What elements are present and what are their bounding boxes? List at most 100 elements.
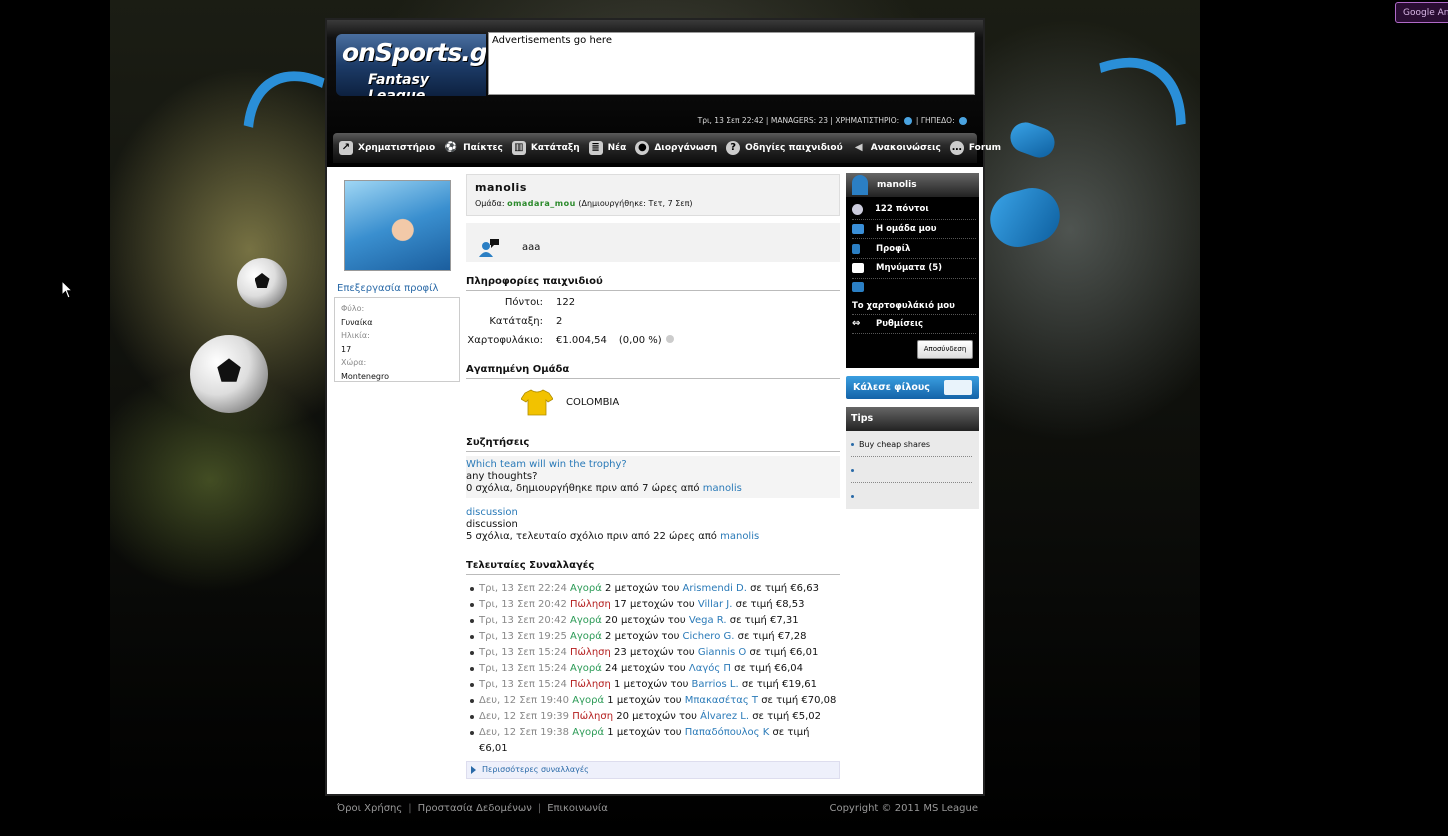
invite-friends-button[interactable]: Κάλεσε φίλους [846,376,979,399]
trade-price: €6,63 [790,583,819,594]
trade-mid-text: σε τιμή [749,647,787,658]
team-link[interactable]: omadara_mou [507,199,576,208]
player-link[interactable]: Álvarez L. [700,711,749,722]
settings-icon: ⇔ [852,318,861,330]
trade-mid-text: σε τιμή [741,679,779,690]
portfolio-change: (0,00 %) [618,335,662,346]
nav-exchange[interactable]: ↗ Χρηματιστήριο [339,141,435,155]
portfolio-link[interactable]: Το χαρτοφυλάκιό μου [852,279,976,315]
discussion-author-link[interactable]: manolis [720,531,759,542]
terms-link[interactable]: Όροι Χρήσης [337,803,402,814]
trade-quantity: 1 [607,695,614,706]
messages-link[interactable]: Μηνύματα (5) [852,259,976,279]
trade-date: Τρι, 13 Σεπ 15:24 [479,647,567,658]
contact-link[interactable]: Επικοινωνία [547,803,608,814]
discussion-list: Which team will win the trophy? any thou… [466,456,840,546]
speaker-icon: ◀ [854,142,863,153]
site-footer: Όροι Χρήσης | Προστασία Δεδομένων | Επικοινω… [337,803,978,814]
player-icon: ⚽ [444,142,458,153]
discussion-body: any thoughts? [466,471,538,482]
nav-guide[interactable]: ? Οδηγίες παιχνιδιού [726,141,843,155]
trade-quantity: 1 [614,679,621,690]
edit-profile-link[interactable]: Επεξεργασία προφίλ [337,283,438,294]
trade-action: Αγορά [570,615,602,626]
user-silhouette-icon [852,175,868,195]
user-points[interactable]: 122 πόντοι [852,200,976,220]
portfolio-value: €1.004,54 [556,335,607,346]
site-logo[interactable]: onSports.gr Fantasy League [336,34,486,96]
player-link[interactable]: Barrios L. [692,679,739,690]
user-panel: manolis 122 πόντοι Η ομάδα μου Προφίλ Μη… [846,173,979,368]
trade-price: €8,53 [775,599,805,610]
help-icon: ? [726,141,741,155]
age-label: Ηλικία: [341,331,370,340]
player-link[interactable]: Arismendi D. [683,583,747,594]
nav-announcements[interactable]: ◀ Ανακοινώσεις [852,141,941,155]
player-link[interactable]: Μπακασέτας Τ [685,695,758,706]
discussion-author-link[interactable]: manolis [703,483,742,494]
logo-title: onSports.gr [342,38,486,67]
more-trades-link[interactable]: Περισσότερες συναλλαγές [466,761,840,779]
discussion-title-link[interactable]: discussion [466,507,840,519]
profile-link[interactable]: Προφίλ [852,239,976,260]
trade-mid-text: σε τιμή [761,695,799,706]
google-translate-button[interactable]: Google An [1395,2,1448,23]
gender-value: Γυναίκα [341,317,373,327]
trade-row: Τρι, 13 Σεπ 20:42 Αγορά 20 μετοχών του V… [466,613,840,629]
points-label: Πόντοι: [504,297,543,308]
portfolio-label: Χαρτοφυλάκιο: [467,335,543,346]
favorite-team-title: Αγαπημένη Ομάδα [466,364,840,379]
trade-date: Τρι, 13 Σεπ 20:42 [479,615,567,626]
player-link[interactable]: Cichero G. [683,631,735,642]
trade-action: Πώληση [572,711,614,722]
field-status-label: ΓΗΠΕΔΟ: [920,116,955,125]
trade-mid-text: μετοχών του [623,679,689,690]
trade-mid-text: σε τιμή [734,663,772,674]
trade-quantity: 2 [605,631,612,642]
trade-price: €6,01 [789,647,819,658]
discussion-title-link[interactable]: Which team will win the trophy? [466,459,840,471]
player-link[interactable]: Παπαδόπουλος Κ [685,727,770,738]
trade-price: €6,01 [479,743,508,754]
nav-players[interactable]: ⚽ Παίκτες [444,141,503,155]
game-info-title: Πληροφορίες παιχνιδιού [466,276,840,291]
chart-icon: ↗ [339,141,353,155]
trade-date: Τρι, 13 Σεπ 19:25 [479,631,567,642]
player-link[interactable]: Villar J. [698,599,733,610]
page-frame: onSports.gr Fantasy League Advertisement… [325,18,1001,796]
trade-mid-text: σε τιμή [729,615,767,626]
user-header-box: manolis Ομάδα: omadara_mou (Δημιουργήθηκ… [466,174,840,216]
team-line: Ομάδα: omadara_mou (Δημιουργήθηκε: Τετ, … [475,199,693,208]
trade-price: €7,31 [769,615,799,626]
trade-mid-text: μετοχών του [614,631,680,642]
trade-mid-text: μετοχών του [614,583,680,594]
user-icon [852,243,860,254]
trade-date: Δευ, 12 Σεπ 19:38 [479,727,570,738]
points-value: 122 [556,297,576,308]
player-link[interactable]: Vega R. [689,615,727,626]
nav-tournament[interactable]: ● Διοργάνωση [635,141,717,155]
nav-news[interactable]: ≣ Νέα [588,141,626,155]
profile-details: Φύλο: Γυναίκα Ηλικία: 17 Χώρα: Montenegr… [334,297,460,382]
copyright: Copyright © 2011 MS League [829,803,978,814]
nav-ranking[interactable]: ▥ Κατάταξη [511,141,580,155]
created-date: (Δημιουργήθηκε: Τετ, 7 Σεπ) [578,199,693,208]
trade-row: Τρι, 13 Σεπ 19:25 Αγορά 2 μετοχών του Ci… [466,629,840,645]
chat-bubble-icon: … [949,141,964,155]
trade-action: Αγορά [572,695,605,706]
privacy-link[interactable]: Προστασία Δεδομένων [418,803,532,814]
trade-price: €5,02 [792,711,822,722]
trade-date: Τρι, 13 Σεπ 15:24 [479,679,567,690]
player-link[interactable]: Λαγός Π [689,663,731,674]
settings-link[interactable]: ⇔ Ρυθμίσεις [852,315,976,335]
trade-row: Τρι, 13 Σεπ 15:24 Πώληση 1 μετοχών του B… [466,677,840,693]
ball-icon [852,203,863,215]
current-datetime: Τρι, 13 Σεπ 22:42 [697,116,764,125]
my-team-link[interactable]: Η ομάδα μου [852,220,976,240]
trade-quantity: 24 [605,663,618,674]
logout-button[interactable]: Αποσύνδεση [917,340,973,359]
nav-forum[interactable]: … Forum [949,141,1001,155]
discussion-meta: 5 σχόλια, τελευταίο σχόλιο πριν από 22 ώ… [466,531,717,542]
player-link[interactable]: Giannis O [698,647,746,658]
game-info: Πόντοι: 122 Κατάταξη: 2 Χαρτοφυλάκιο: €1.00… [466,297,840,354]
